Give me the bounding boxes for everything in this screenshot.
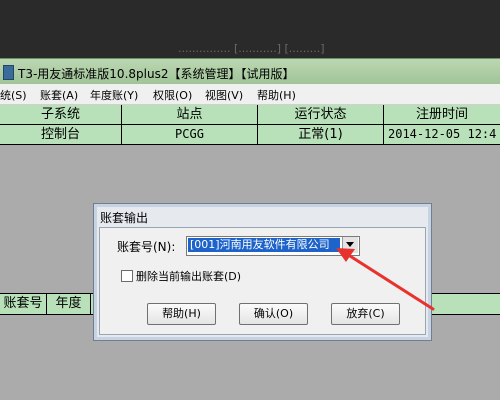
help-button[interactable]: 帮助(H) xyxy=(147,303,216,325)
window-title: T3-用友通标准版10.8plus2【系统管理】【试用版】 xyxy=(18,67,295,81)
menu-permission[interactable]: 权限(O) xyxy=(153,87,192,103)
window-titlebar[interactable]: T3-用友通标准版10.8plus2【系统管理】【试用版】 xyxy=(0,58,500,85)
menu-view[interactable]: 视图(V) xyxy=(205,87,243,103)
dropdown-button[interactable] xyxy=(342,237,358,253)
delete-account-checkbox[interactable] xyxy=(121,270,133,282)
background-window-text: ............... [...........] [.........… xyxy=(178,42,325,55)
menu-year-account[interactable]: 年度账(Y) xyxy=(90,87,138,103)
table-header-status: 运行状态 xyxy=(258,105,384,125)
account-header-number: 账套号 xyxy=(0,294,47,314)
menu-help[interactable]: 帮助(H) xyxy=(257,87,296,103)
account-select-value[interactable]: [001]河南用友软件有限公司 xyxy=(188,238,340,252)
table-cell-site[interactable]: PCGG xyxy=(122,125,258,145)
menu-system[interactable]: 统(S) xyxy=(0,87,27,103)
background-strip: ............... [...........] [.........… xyxy=(0,0,500,60)
cancel-button[interactable]: 放弃(C) xyxy=(331,303,400,325)
menu-account[interactable]: 账套(A) xyxy=(40,87,78,103)
table-header-time: 注册时间 xyxy=(384,105,500,125)
table-cell-subsystem[interactable]: 控制台 xyxy=(0,125,122,145)
table-header-subsystem: 子系统 xyxy=(0,105,122,125)
table-cell-status[interactable]: 正常(1) xyxy=(258,125,384,145)
delete-account-label[interactable]: 删除当前输出账套(D) xyxy=(136,268,241,284)
dialog-title: 账套输出 xyxy=(100,211,149,225)
account-number-label: 账套号(N): xyxy=(117,240,176,254)
confirm-button[interactable]: 确认(O) xyxy=(239,303,308,325)
account-header-year: 年度 xyxy=(47,294,91,314)
menubar: 统(S) 账套(A) 年度账(Y) 权限(O) 视图(V) 帮助(H) xyxy=(0,84,500,105)
login-table: 子系统 站点 运行状态 注册时间 控制台 PCGG 正常(1) 2014-12-… xyxy=(0,105,500,145)
app-icon xyxy=(3,65,14,80)
table-cell-time[interactable]: 2014-12-05 12:4 xyxy=(384,125,500,145)
table-header-site: 站点 xyxy=(122,105,258,125)
chevron-down-icon xyxy=(346,242,354,247)
